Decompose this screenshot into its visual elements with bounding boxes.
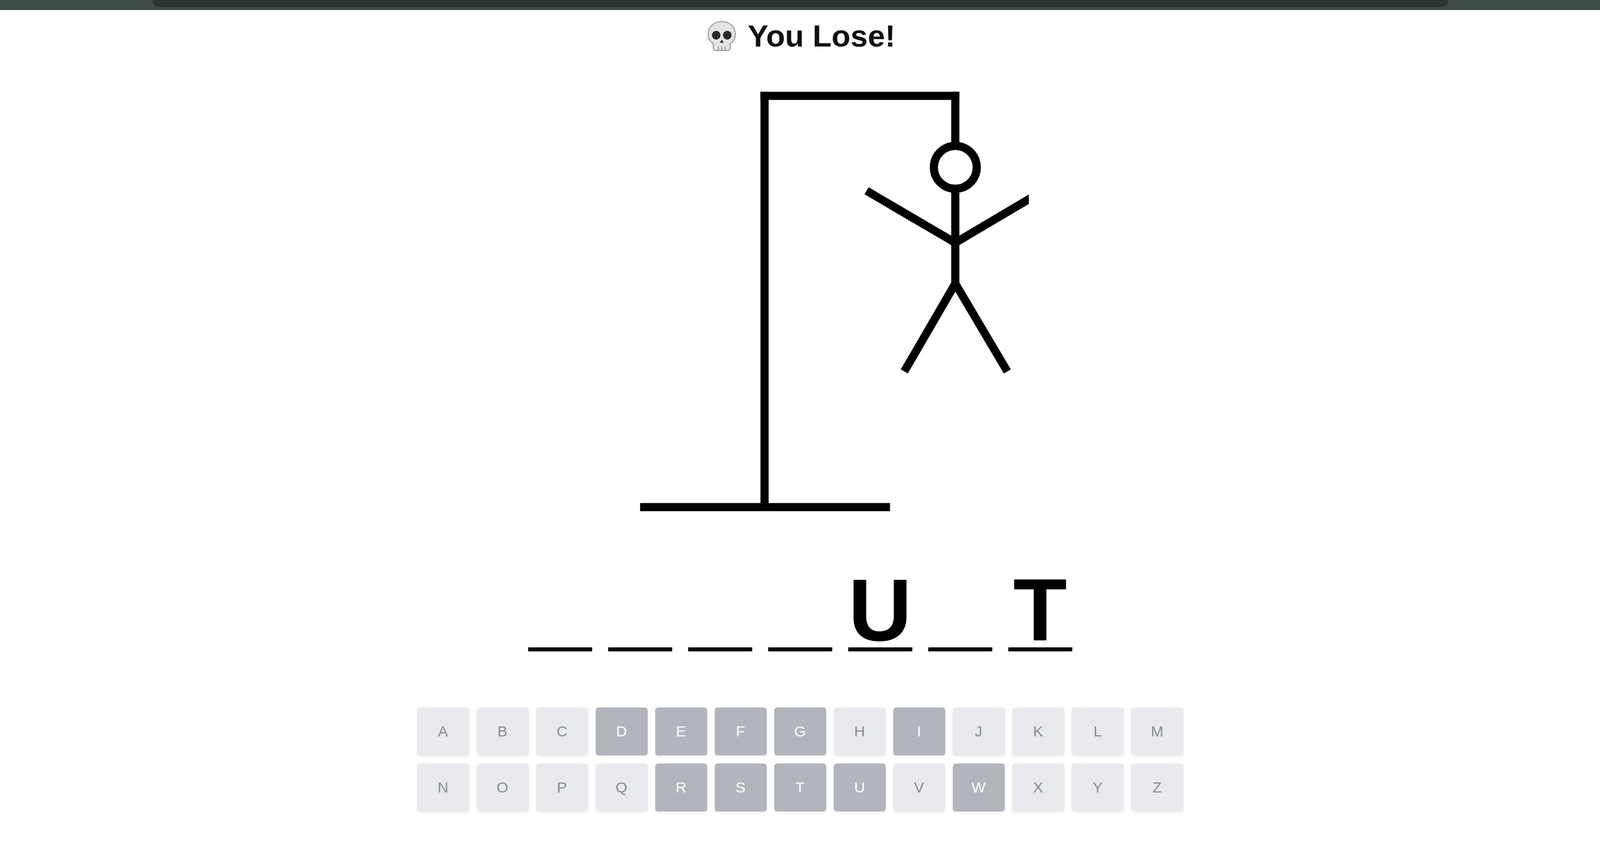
letter-key[interactable]: R	[655, 763, 708, 812]
word-slots: UT	[528, 562, 1073, 652]
keyboard: ABCDEFGHIJKLM NOPQRSTUVWXYZ	[417, 707, 1184, 812]
letter-key[interactable]: N	[417, 763, 470, 812]
left-arm	[866, 191, 955, 244]
slot-underline	[528, 647, 593, 652]
letter-key[interactable]: D	[595, 707, 648, 756]
slot-underline	[768, 647, 833, 652]
slot-underline	[1008, 647, 1073, 652]
top-bar-inner	[152, 0, 1448, 8]
letter-slot	[528, 562, 593, 652]
letter-key[interactable]: Z	[1131, 763, 1184, 812]
letter-key[interactable]: I	[893, 707, 946, 756]
status-title: You Lose!	[704, 17, 896, 55]
letter-key[interactable]: G	[774, 707, 827, 756]
letter-key[interactable]: F	[714, 707, 767, 756]
letter-slot	[928, 562, 993, 652]
letter-slot	[688, 562, 753, 652]
letter-key[interactable]: S	[714, 763, 767, 812]
right-arm	[955, 191, 1029, 244]
slot-underline	[688, 647, 753, 652]
letter-key[interactable]: M	[1131, 707, 1184, 756]
letter-key[interactable]: H	[833, 707, 886, 756]
letter-key[interactable]: Q	[595, 763, 648, 812]
head	[933, 146, 977, 190]
letter-key[interactable]: T	[774, 763, 827, 812]
letter-key[interactable]: Y	[1071, 763, 1124, 812]
gallows-beam	[760, 92, 960, 101]
left-leg	[904, 283, 956, 372]
letter-key[interactable]: V	[893, 763, 946, 812]
letter-key[interactable]: K	[1012, 707, 1065, 756]
right-leg	[955, 283, 1008, 372]
letter-slot: U	[848, 562, 913, 652]
letter-key[interactable]: A	[417, 707, 470, 756]
keyboard-row: ABCDEFGHIJKLM	[417, 707, 1184, 756]
top-bar	[0, 0, 1600, 11]
hangman-drawing	[571, 79, 1029, 519]
letter-slot	[768, 562, 833, 652]
letter-key[interactable]: X	[1012, 763, 1065, 812]
hangman-page: You Lose!UTABCDEFGHIJKLMNOPQRSTUVWXYZ	[0, 0, 1600, 861]
gallows-pole	[760, 92, 769, 508]
letter-key[interactable]: U	[833, 763, 886, 812]
letter-key[interactable]: J	[952, 707, 1005, 756]
letter-key[interactable]: B	[476, 707, 529, 756]
slot-underline	[928, 647, 993, 652]
letter-key[interactable]: P	[536, 763, 589, 812]
letter-key[interactable]: E	[655, 707, 708, 756]
slot-letter: T	[1013, 562, 1068, 648]
letter-key[interactable]: L	[1071, 707, 1124, 756]
slot-letter: U	[848, 562, 912, 648]
letter-slot: T	[1008, 562, 1073, 652]
letter-key[interactable]: W	[952, 763, 1005, 812]
letter-key[interactable]: O	[476, 763, 529, 812]
keyboard-row: NOPQRSTUVWXYZ	[417, 763, 1184, 812]
gallows-rope	[950, 92, 959, 146]
letter-key[interactable]: C	[536, 707, 589, 756]
letter-slot	[608, 562, 673, 652]
skull-icon	[704, 19, 739, 54]
slot-underline	[608, 647, 673, 652]
slot-underline	[848, 647, 913, 652]
